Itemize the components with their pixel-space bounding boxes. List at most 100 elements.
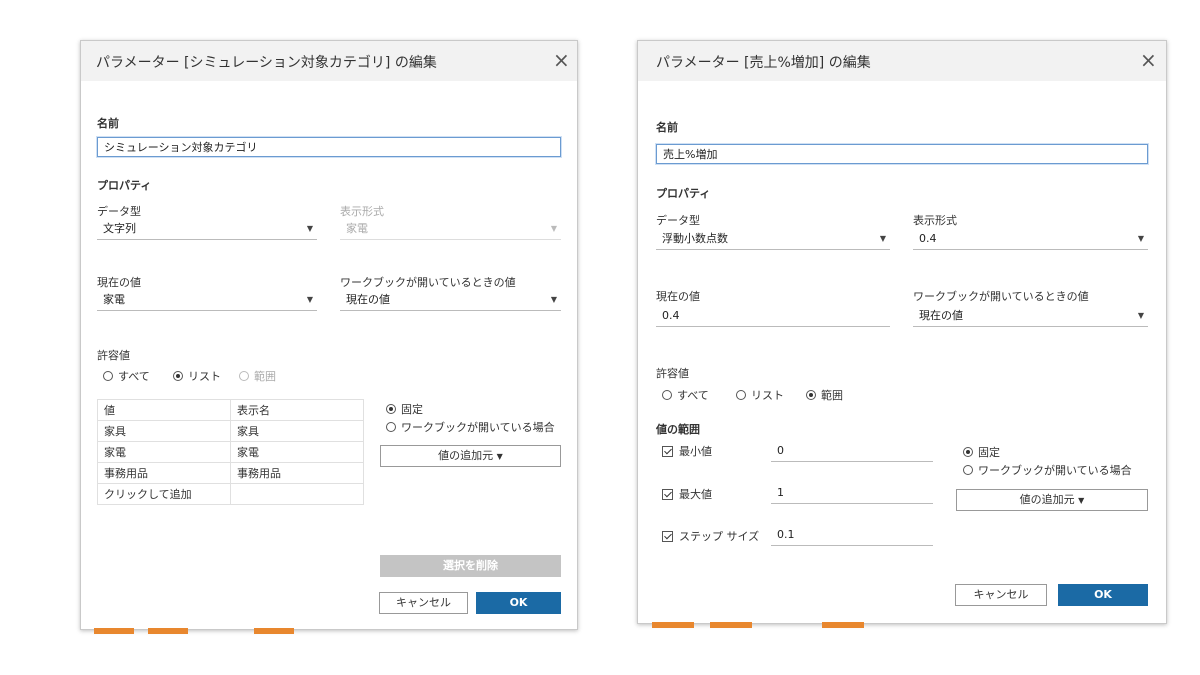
workbook-open-dropdown[interactable]: 現在の値 ▼	[913, 305, 1148, 327]
step-checkbox[interactable]: ステップ サイズ	[662, 528, 759, 544]
parameter-dialog-sales-increase: パラメーター [売上%増加] の編集 × 名前 売上%増加 プロパティ データ型…	[637, 40, 1167, 624]
chevron-down-icon: ▼	[1137, 234, 1144, 243]
allowed-all-radio[interactable]: すべて	[103, 368, 150, 384]
allowed-range-radio[interactable]: 範囲	[806, 387, 843, 403]
table-cell[interactable]: 事務用品	[97, 462, 231, 484]
workbook-open-value: 現在の値	[919, 309, 963, 322]
name-label: 名前	[656, 121, 678, 134]
radio-icon	[386, 422, 396, 432]
radio-icon	[963, 465, 973, 475]
radio-selected-icon	[963, 447, 973, 457]
chevron-down-icon: ▼	[496, 452, 503, 461]
workbook-open-value: 現在の値	[346, 293, 390, 306]
current-value-label: 現在の値	[656, 290, 700, 303]
range-label: 値の範囲	[656, 423, 700, 436]
step-value-input[interactable]: 0.1	[771, 524, 933, 546]
data-type-label: データ型	[656, 214, 700, 227]
background-bar	[652, 622, 694, 628]
table-header: 値	[97, 399, 231, 421]
add-values-from-button[interactable]: 値の追加元 ▼	[956, 489, 1148, 511]
workbook-open-case-radio[interactable]: ワークブックが開いている場合	[386, 419, 555, 435]
name-input[interactable]: シミュレーション対象カテゴリ	[97, 137, 561, 157]
table-row[interactable]: 家具 家具	[97, 420, 364, 442]
display-format-value: 0.4	[919, 232, 937, 245]
max-value-input[interactable]: 1	[771, 482, 933, 504]
current-value-dropdown[interactable]: 家電 ▼	[97, 289, 317, 311]
workbook-open-dropdown[interactable]: 現在の値 ▼	[340, 289, 561, 311]
table-add-row[interactable]: クリックして追加	[97, 483, 364, 505]
checkbox-checked-icon	[662, 445, 673, 457]
values-table: 値 表示名 家具 家具 家電 家電 事務用品 事務用品 クリックして追加	[97, 399, 364, 505]
table-row[interactable]: 家電 家電	[97, 441, 364, 463]
radio-icon	[662, 390, 672, 400]
allowed-all-radio[interactable]: すべて	[662, 387, 709, 403]
table-cell[interactable]: 家電	[230, 441, 364, 463]
dialog-header: パラメーター [シミュレーション対象カテゴリ] の編集 ×	[81, 41, 577, 81]
current-value: 家電	[103, 293, 125, 306]
background-bar	[148, 628, 188, 634]
data-type-dropdown[interactable]: 文字列 ▼	[97, 218, 317, 240]
checkbox-checked-icon	[662, 488, 673, 500]
data-type-value: 文字列	[103, 222, 136, 235]
name-input[interactable]: 売上%増加	[656, 144, 1148, 164]
table-cell[interactable]	[230, 483, 364, 505]
chevron-down-icon: ▼	[550, 224, 557, 233]
current-value-label: 現在の値	[97, 276, 141, 289]
background-bar	[254, 628, 294, 634]
ok-button[interactable]: OK	[476, 592, 561, 614]
workbook-open-label: ワークブックが開いているときの値	[913, 290, 1089, 303]
chevron-down-icon: ▼	[1137, 311, 1144, 320]
table-header: 表示名	[230, 399, 364, 421]
background-bar	[822, 622, 864, 628]
dialog-title: パラメーター [売上%増加] の編集	[656, 55, 871, 71]
background-bar	[710, 622, 752, 628]
allowed-values-label: 許容値	[97, 349, 130, 362]
radio-selected-icon	[386, 404, 396, 414]
chevron-down-icon: ▼	[306, 224, 313, 233]
radio-icon	[239, 371, 249, 381]
workbook-open-case-radio[interactable]: ワークブックが開いている場合	[963, 462, 1132, 478]
background-bar	[94, 628, 134, 634]
max-checkbox[interactable]: 最大値	[662, 486, 712, 502]
allowed-values-label: 許容値	[656, 367, 689, 380]
cancel-button[interactable]: キャンセル	[955, 584, 1047, 606]
table-cell[interactable]: 家具	[97, 420, 231, 442]
table-cell[interactable]: 事務用品	[230, 462, 364, 484]
data-type-value: 浮動小数点数	[662, 232, 728, 245]
display-format-dropdown: 家電 ▼	[340, 218, 561, 240]
dialog-header: パラメーター [売上%増加] の編集 ×	[638, 41, 1166, 81]
properties-label: プロパティ	[97, 179, 152, 192]
fixed-radio[interactable]: 固定	[386, 401, 423, 417]
display-format-label: 表示形式	[340, 205, 384, 218]
close-icon[interactable]: ×	[553, 48, 570, 72]
ok-button[interactable]: OK	[1058, 584, 1148, 606]
workbook-open-label: ワークブックが開いているときの値	[340, 276, 516, 289]
fixed-radio[interactable]: 固定	[963, 444, 1000, 460]
parameter-dialog-category: パラメーター [シミュレーション対象カテゴリ] の編集 × 名前 シミュレーショ…	[80, 40, 578, 630]
radio-selected-icon	[806, 390, 816, 400]
current-value-input[interactable]: 0.4	[656, 305, 890, 327]
chevron-down-icon: ▼	[306, 295, 313, 304]
add-values-from-button[interactable]: 値の追加元 ▼	[380, 445, 561, 467]
add-row-cell[interactable]: クリックして追加	[97, 483, 231, 505]
radio-icon	[103, 371, 113, 381]
chevron-down-icon: ▼	[1078, 496, 1085, 505]
display-format-dropdown[interactable]: 0.4 ▼	[913, 228, 1148, 250]
table-row[interactable]: 事務用品 事務用品	[97, 462, 364, 484]
allowed-range-radio: 範囲	[239, 368, 276, 384]
table-cell[interactable]: 家具	[230, 420, 364, 442]
table-header-row: 値 表示名	[97, 399, 364, 421]
min-value-input[interactable]: 0	[771, 440, 933, 462]
cancel-button[interactable]: キャンセル	[379, 592, 468, 614]
close-icon[interactable]: ×	[1140, 48, 1157, 72]
table-cell[interactable]: 家電	[97, 441, 231, 463]
remove-selection-button: 選択を削除	[380, 555, 561, 577]
allowed-list-radio[interactable]: リスト	[173, 368, 221, 384]
min-checkbox[interactable]: 最小値	[662, 443, 712, 459]
data-type-label: データ型	[97, 205, 141, 218]
display-format-value: 家電	[346, 222, 368, 235]
dialog-title: パラメーター [シミュレーション対象カテゴリ] の編集	[96, 55, 437, 71]
allowed-list-radio[interactable]: リスト	[736, 387, 784, 403]
name-label: 名前	[97, 117, 119, 130]
data-type-dropdown[interactable]: 浮動小数点数 ▼	[656, 228, 890, 250]
